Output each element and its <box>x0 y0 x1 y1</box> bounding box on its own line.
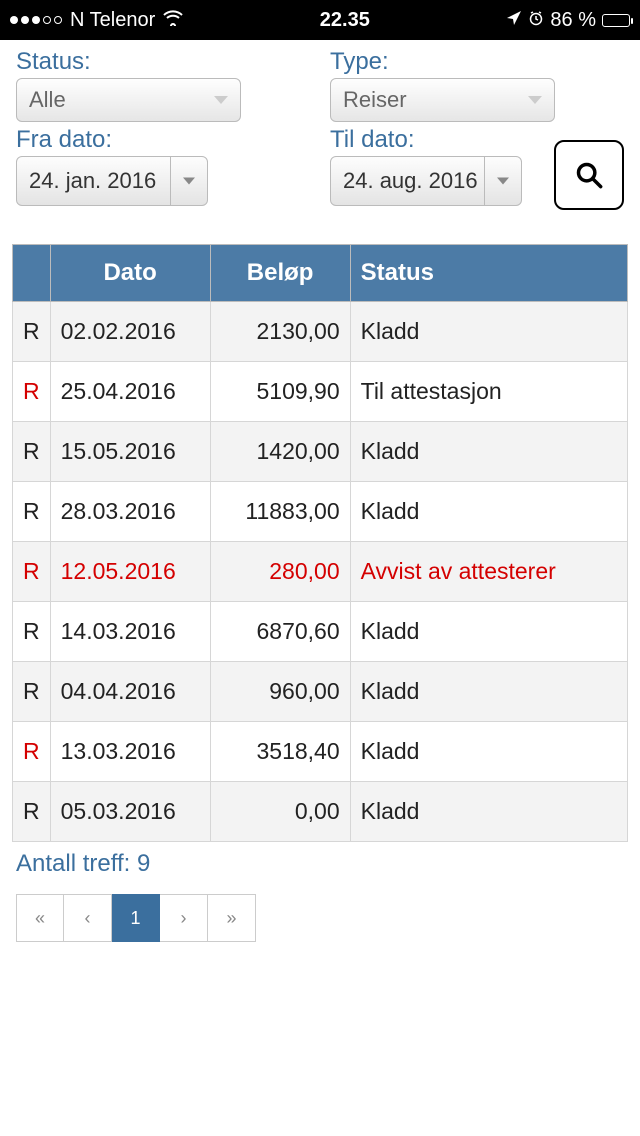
from-date-label: Fra dato: <box>16 126 310 154</box>
row-date-cell: 12.05.2016 <box>50 542 210 602</box>
row-date-cell: 05.03.2016 <box>50 782 210 842</box>
row-amount-cell: 960,00 <box>210 662 350 722</box>
row-amount-cell: 11883,00 <box>210 482 350 542</box>
status-filter-value: Alle <box>29 87 66 113</box>
battery-icon <box>602 14 630 27</box>
row-status-cell: Avvist av attesterer <box>350 542 627 602</box>
location-icon <box>506 9 522 32</box>
status-bar-left: N Telenor <box>10 9 183 32</box>
row-status-cell: Kladd <box>350 302 627 362</box>
row-status-cell: Kladd <box>350 782 627 842</box>
row-date-cell: 15.05.2016 <box>50 422 210 482</box>
row-status-cell: Kladd <box>350 422 627 482</box>
search-icon <box>575 161 603 189</box>
page-first-button[interactable]: « <box>16 894 64 942</box>
from-date-value: 24. jan. 2016 <box>29 168 156 194</box>
status-filter-select[interactable]: Alle <box>16 78 241 122</box>
type-filter-value: Reiser <box>343 87 407 113</box>
status-bar-right: 86 % <box>506 9 630 32</box>
table-row[interactable]: R02.02.20162130,00Kladd <box>13 302 628 362</box>
pagination: « ‹ 1 › » <box>0 886 640 950</box>
col-header-amount[interactable]: Beløp <box>210 245 350 302</box>
row-type-cell: R <box>13 422 51 482</box>
row-amount-cell: 6870,60 <box>210 602 350 662</box>
table-row[interactable]: R25.04.20165109,90Til attestasjon <box>13 362 628 422</box>
chevron-down-icon <box>497 178 509 185</box>
search-button[interactable] <box>554 140 624 210</box>
page-next-button[interactable]: › <box>160 894 208 942</box>
filter-panel: Status: Alle Type: Reiser Fra dato: 24. … <box>0 40 640 214</box>
table-row[interactable]: R12.05.2016280,00Avvist av attesterer <box>13 542 628 602</box>
row-type-cell: R <box>13 362 51 422</box>
col-header-date[interactable]: Dato <box>50 245 210 302</box>
row-amount-cell: 0,00 <box>210 782 350 842</box>
chevron-down-icon <box>214 96 228 104</box>
col-header-type[interactable] <box>13 245 51 302</box>
row-type-cell: R <box>13 602 51 662</box>
row-amount-cell: 2130,00 <box>210 302 350 362</box>
status-bar: N Telenor 22.35 86 % <box>0 0 640 40</box>
row-type-cell: R <box>13 302 51 362</box>
carrier-label: N Telenor <box>70 9 155 32</box>
type-filter-select[interactable]: Reiser <box>330 78 555 122</box>
row-status-cell: Til attestasjon <box>350 362 627 422</box>
row-status-cell: Kladd <box>350 482 627 542</box>
status-bar-time: 22.35 <box>183 9 506 32</box>
page-current-button[interactable]: 1 <box>112 894 160 942</box>
battery-percent-label: 86 % <box>550 9 596 32</box>
row-type-cell: R <box>13 482 51 542</box>
alarm-icon <box>528 9 544 32</box>
results-table: Dato Beløp Status R02.02.20162130,00Klad… <box>12 244 628 842</box>
page-prev-button[interactable]: ‹ <box>64 894 112 942</box>
type-filter-label: Type: <box>330 48 624 76</box>
to-date-value: 24. aug. 2016 <box>343 168 478 194</box>
table-row[interactable]: R05.03.20160,00Kladd <box>13 782 628 842</box>
table-row[interactable]: R15.05.20161420,00Kladd <box>13 422 628 482</box>
row-type-cell: R <box>13 782 51 842</box>
row-amount-cell: 1420,00 <box>210 422 350 482</box>
table-row[interactable]: R28.03.201611883,00Kladd <box>13 482 628 542</box>
row-type-cell: R <box>13 722 51 782</box>
row-date-cell: 25.04.2016 <box>50 362 210 422</box>
results-table-wrap: Dato Beløp Status R02.02.20162130,00Klad… <box>0 244 640 842</box>
wifi-icon <box>163 10 183 31</box>
row-amount-cell: 5109,90 <box>210 362 350 422</box>
row-amount-cell: 3518,40 <box>210 722 350 782</box>
from-date-picker[interactable]: 24. jan. 2016 <box>16 156 208 206</box>
row-date-cell: 02.02.2016 <box>50 302 210 362</box>
row-type-cell: R <box>13 662 51 722</box>
row-date-cell: 14.03.2016 <box>50 602 210 662</box>
status-filter-label: Status: <box>16 48 310 76</box>
row-amount-cell: 280,00 <box>210 542 350 602</box>
col-header-status[interactable]: Status <box>350 245 627 302</box>
to-date-picker[interactable]: 24. aug. 2016 <box>330 156 522 206</box>
result-count: Antall treff: 9 <box>0 842 640 886</box>
table-row[interactable]: R14.03.20166870,60Kladd <box>13 602 628 662</box>
row-date-cell: 28.03.2016 <box>50 482 210 542</box>
chevron-down-icon <box>183 178 195 185</box>
table-row[interactable]: R13.03.20163518,40Kladd <box>13 722 628 782</box>
page-last-button[interactable]: » <box>208 894 256 942</box>
row-status-cell: Kladd <box>350 662 627 722</box>
table-row[interactable]: R04.04.2016960,00Kladd <box>13 662 628 722</box>
row-status-cell: Kladd <box>350 722 627 782</box>
row-status-cell: Kladd <box>350 602 627 662</box>
row-date-cell: 13.03.2016 <box>50 722 210 782</box>
signal-strength-icon <box>10 16 62 24</box>
chevron-down-icon <box>528 96 542 104</box>
row-type-cell: R <box>13 542 51 602</box>
row-date-cell: 04.04.2016 <box>50 662 210 722</box>
